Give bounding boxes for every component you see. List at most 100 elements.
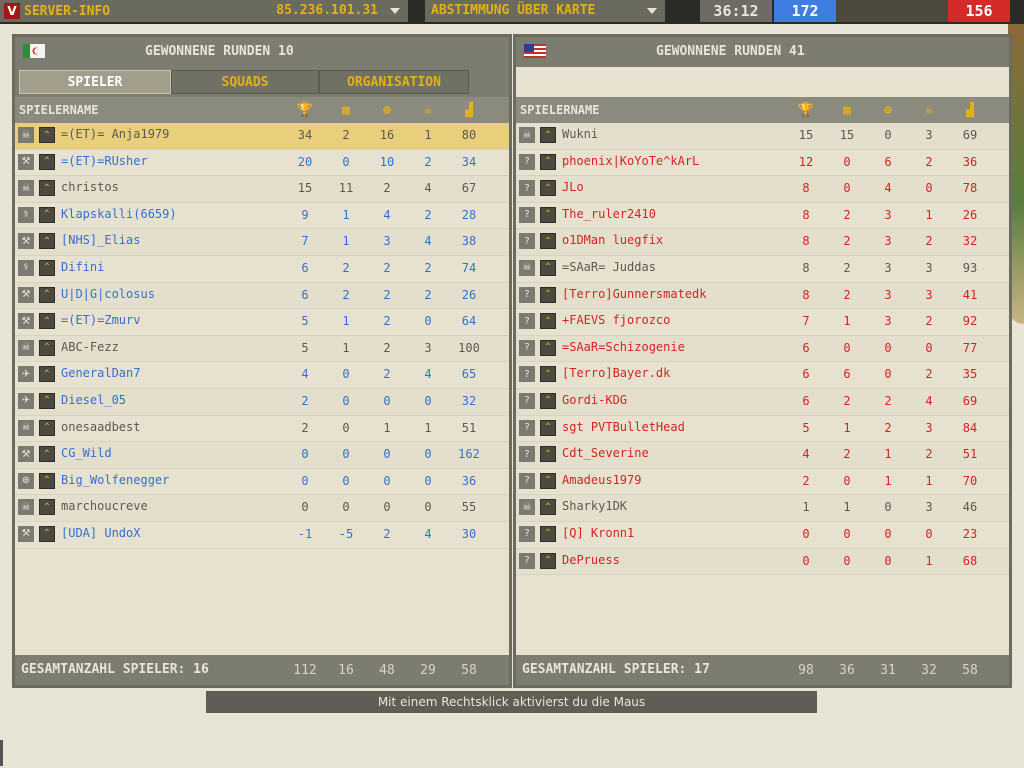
player-row[interactable]: ? ⌃ Amadeus1979 2 0 1 1 70: [516, 469, 1009, 496]
player-name-header[interactable]: SPIELERNAME: [520, 103, 599, 117]
player-score: 6: [802, 367, 810, 382]
player-ping: 30: [461, 526, 477, 541]
unknown-kit-icon: ?: [519, 366, 535, 383]
player-kills: 2: [383, 260, 391, 275]
player-row[interactable]: ☠ ⌃ Wukni 15 15 0 3 69: [516, 123, 1009, 150]
player-row[interactable]: ⚒ ⌃ =(ET)=Zmurv 5 1 2 0 64: [15, 309, 509, 336]
top-bar: V SERVER-INFO 85.236.101.31 ABSTIMMUNG Ü…: [0, 0, 1024, 24]
tab-bar: SPIELER SQUADS ORGANISATION: [15, 67, 509, 97]
player-row[interactable]: ⚕ ⌃ Difini 6 2 2 2 74: [15, 256, 509, 283]
rank-insignia-icon: ⌃: [540, 259, 556, 276]
player-row[interactable]: ☠ ⌃ onesaadbest 2 0 1 1 51: [15, 416, 509, 443]
player-row[interactable]: ⚕ ⌃ Klapskalli(6659) 9 1 4 2 28: [15, 203, 509, 230]
player-row[interactable]: ✈ ⌃ Diesel_05 2 0 0 0 32: [15, 388, 509, 416]
player-teamwork: 0: [843, 181, 851, 196]
player-row[interactable]: ⚒ ⌃ [UDA] UndoX -1 -5 2 4 30: [15, 522, 509, 549]
player-row[interactable]: ✈ ⌃ GeneralDan7 4 0 2 4 65: [15, 362, 509, 389]
player-ping: 55: [461, 500, 477, 515]
teamwork-icon[interactable]: ▦: [338, 102, 354, 118]
player-deaths: 4: [424, 526, 432, 541]
engineer-kit-icon: ⚒: [18, 233, 34, 250]
deaths-skull-icon[interactable]: ☠: [420, 102, 436, 118]
player-row[interactable]: ⚒ ⌃ CG_Wild 0 0 0 0 162: [15, 442, 509, 469]
player-name: =SAaR= Juddas: [562, 259, 656, 274]
player-teamwork: 1: [342, 340, 350, 355]
player-row[interactable]: ☠ ⌃ christos 15 11 2 4 67: [15, 176, 509, 203]
cursor-edge: [0, 740, 3, 766]
tab-squads[interactable]: SQUADS: [171, 70, 319, 94]
column-header: SPIELERNAME 🏆 ▦ ⊕ ☠ ▟: [516, 97, 1009, 123]
map-vote-dropdown[interactable]: ABSTIMMUNG ÜBER KARTE: [425, 0, 665, 22]
rank-insignia-icon: ⌃: [540, 153, 556, 170]
player-row[interactable]: ? ⌃ =SAaR=Schizogenie 6 0 0 0 77: [516, 335, 1009, 363]
player-ping: 70: [962, 473, 978, 488]
player-row[interactable]: ? ⌃ +FAEVS fjorozco 7 1 3 2 92: [516, 309, 1009, 336]
ping-icon[interactable]: ▟: [461, 102, 477, 118]
player-deaths: 0: [424, 500, 432, 515]
player-row[interactable]: ? ⌃ Gordi-KDG 6 2 2 4 69: [516, 388, 1009, 416]
player-row[interactable]: ⚒ ⌃ =(ET)=RUsher 20 0 10 2 34: [15, 150, 509, 177]
player-row[interactable]: ? ⌃ The_ruler2410 8 2 3 1 26: [516, 203, 1009, 230]
player-row[interactable]: ☠ ⌃ marchoucreve 0 0 0 0 55: [15, 495, 509, 522]
player-row[interactable]: ? ⌃ [Terro]Gunnersmatedk 8 2 3 3 41: [516, 282, 1009, 310]
player-kills: 2: [383, 367, 391, 382]
trophy-icon[interactable]: 🏆: [297, 102, 313, 118]
kills-icon[interactable]: ⊕: [880, 102, 896, 118]
total-deaths: 29: [420, 663, 436, 678]
player-row[interactable]: ? ⌃ [Q] Kronn1 0 0 0 0 23: [516, 522, 1009, 549]
player-row[interactable]: ☠ ⌃ =(ET)= Anja1979 34 2 16 1 80: [15, 123, 509, 150]
rounds-won-title: GEWONNENE RUNDEN 41: [656, 44, 805, 59]
player-row[interactable]: ? ⌃ sgt PVTBulletHead 5 1 2 3 84: [516, 416, 1009, 443]
player-ping: 34: [461, 154, 477, 169]
deaths-skull-icon[interactable]: ☠: [921, 102, 937, 118]
player-row[interactable]: ? ⌃ o1DMan luegfix 8 2 3 2 32: [516, 229, 1009, 256]
player-deaths: 3: [925, 420, 933, 435]
player-row[interactable]: ☠ ⌃ Sharky1DK 1 1 0 3 46: [516, 495, 1009, 522]
player-row[interactable]: ⚒ ⌃ U|D|G|colosus 6 2 2 2 26: [15, 282, 509, 310]
player-row[interactable]: ? ⌃ Cdt_Severine 4 2 1 2 51: [516, 442, 1009, 469]
player-row[interactable]: ? ⌃ DePruess 0 0 0 1 68: [516, 548, 1009, 576]
player-ping: 41: [962, 287, 978, 302]
player-row[interactable]: ⊕ ⌃ Big_Wolfenegger 0 0 0 0 36: [15, 469, 509, 496]
team-left-header: GEWONNENE RUNDEN 10: [15, 37, 509, 67]
unknown-kit-icon: ?: [519, 339, 535, 356]
player-kills: 0: [884, 367, 892, 382]
player-row[interactable]: ? ⌃ JLo 8 0 4 0 78: [516, 176, 1009, 203]
total-players-label: GESAMTANZAHL SPIELER: 17: [522, 662, 710, 677]
rank-insignia-icon: ⌃: [39, 206, 55, 223]
kills-icon[interactable]: ⊕: [379, 102, 395, 118]
player-row[interactable]: ☠ ⌃ ABC-Fezz 5 1 2 3 100: [15, 335, 509, 363]
engineer-kit-icon: ⚒: [18, 286, 34, 303]
player-teamwork: 6: [843, 367, 851, 382]
engineer-kit-icon: ⚒: [18, 446, 34, 463]
trophy-icon[interactable]: 🏆: [798, 102, 814, 118]
player-name: Big_Wolfenegger: [61, 472, 170, 487]
unknown-kit-icon: ?: [519, 233, 535, 250]
player-name: =(ET)=Zmurv: [61, 313, 141, 328]
player-row[interactable]: ? ⌃ phoenix|KoYoTe^kArL 12 0 6 2 36: [516, 150, 1009, 177]
player-kills: 0: [383, 393, 391, 408]
player-name-header[interactable]: SPIELERNAME: [19, 103, 98, 117]
player-row[interactable]: ⚒ ⌃ [NHS]_Elias 7 1 3 4 38: [15, 229, 509, 256]
teamwork-icon[interactable]: ▦: [839, 102, 855, 118]
player-ping: 36: [962, 154, 978, 169]
player-row[interactable]: ? ⌃ [Terro]Bayer.dk 6 6 0 2 35: [516, 362, 1009, 389]
rank-insignia-icon: ⌃: [540, 127, 556, 143]
player-score: 0: [802, 553, 810, 568]
team-right-panel: GEWONNENE RUNDEN 41 SPIELERNAME 🏆 ▦ ⊕ ☠ …: [513, 34, 1012, 688]
rank-insignia-icon: ⌃: [540, 552, 556, 569]
player-teamwork: 1: [342, 207, 350, 222]
tab-players[interactable]: SPIELER: [19, 70, 171, 94]
server-info-dropdown[interactable]: V SERVER-INFO 85.236.101.31: [0, 0, 408, 22]
blue-tickets: 172: [774, 0, 836, 22]
player-ping: 23: [962, 526, 978, 541]
player-name: GeneralDan7: [61, 366, 141, 381]
rank-insignia-icon: ⌃: [540, 446, 556, 463]
player-row[interactable]: ☠ ⌃ =SAaR= Juddas 8 2 3 3 93: [516, 256, 1009, 283]
player-teamwork: 2: [342, 260, 350, 275]
player-ping: 93: [962, 260, 978, 275]
player-teamwork: 0: [342, 473, 350, 488]
ping-icon[interactable]: ▟: [962, 102, 978, 118]
unknown-kit-icon: ?: [519, 472, 535, 489]
tab-organisation[interactable]: ORGANISATION: [319, 70, 469, 94]
